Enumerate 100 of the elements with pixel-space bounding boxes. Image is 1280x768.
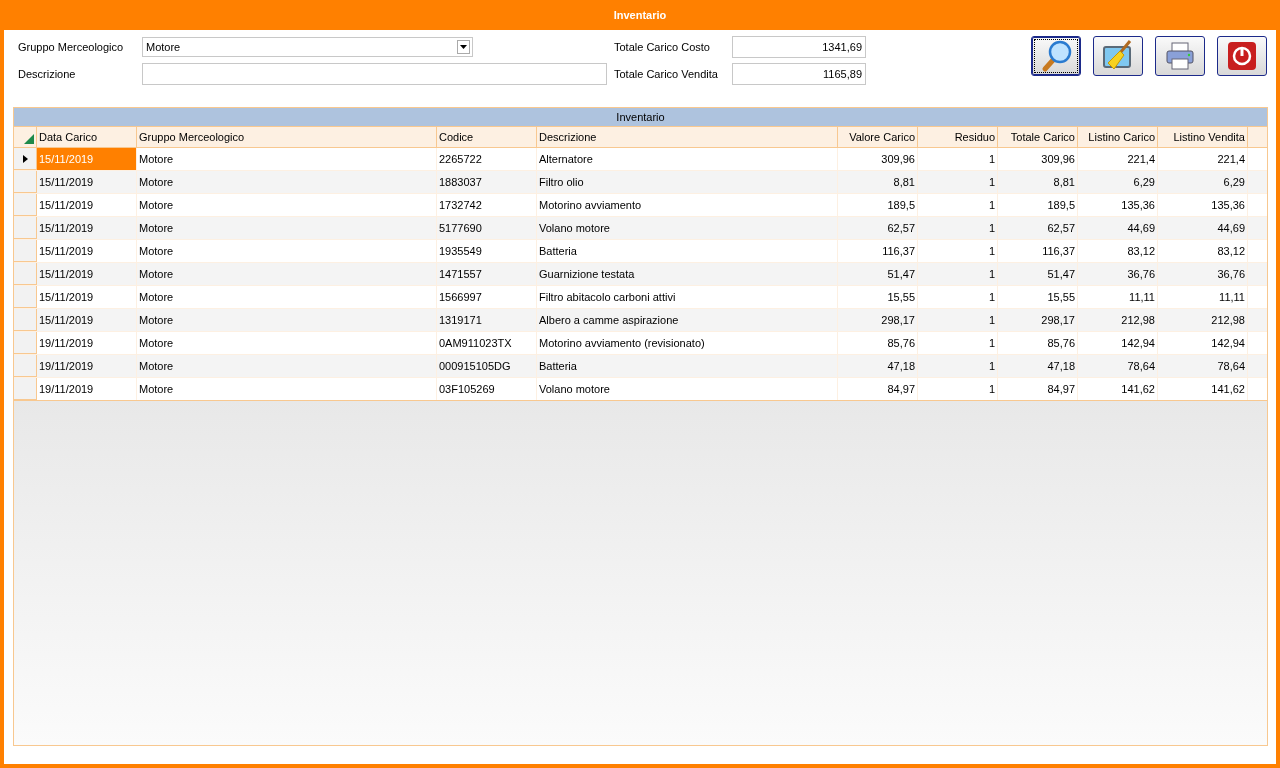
description-field[interactable] — [142, 63, 607, 85]
table-cell: 6,29 — [1158, 171, 1248, 193]
table-cell: Filtro olio — [537, 171, 838, 193]
table-cell: 19/11/2019 — [37, 332, 137, 354]
table-row[interactable]: 15/11/2019 Motore 1935549 Batteria 116,37 1 116,37 83,12 83,12 — [14, 240, 1267, 263]
table-cell: 1319171 — [437, 309, 537, 331]
table-cell: Motore — [137, 194, 437, 216]
table-cell: 51,47 — [998, 263, 1078, 285]
clear-button[interactable] — [1093, 36, 1143, 76]
column-header[interactable]: Valore Carico — [838, 127, 918, 147]
table-cell: 8,81 — [998, 171, 1078, 193]
table-row[interactable]: 19/11/2019 Motore 000915105DG Batteria 47,18 1 47,18 78,64 78,64 — [14, 355, 1267, 378]
table-cell: Motore — [137, 332, 437, 354]
table-cell: 15/11/2019 — [37, 286, 137, 308]
table-cell: 1 — [918, 378, 998, 400]
table-cell: 36,76 — [1158, 263, 1248, 285]
table-cell: 1 — [918, 332, 998, 354]
table-cell: 19/11/2019 — [37, 378, 137, 400]
total-label: Totale Carico Costo — [614, 41, 711, 53]
table-cell: 189,5 — [998, 194, 1078, 216]
table-cell: Filtro abitacolo carboni attivi — [537, 286, 838, 308]
table-cell: 15,55 — [838, 286, 918, 308]
column-header[interactable]: Gruppo Merceologico — [137, 127, 437, 147]
table-cell: 03F105269 — [437, 378, 537, 400]
table-cell: 6,29 — [1078, 171, 1158, 193]
table-cell: Batteria — [537, 240, 838, 262]
table-row[interactable]: 15/11/2019 Motore 1471557 Guarnizione testata 51,47 1 51,47 36,76 36,76 — [14, 263, 1267, 286]
table-cell: 11,11 — [1078, 286, 1158, 308]
table-cell: 8,81 — [838, 171, 918, 193]
total-label: Totale Carico Vendita — [614, 68, 719, 80]
column-header[interactable]: Data Carico — [37, 127, 137, 147]
power-icon — [1227, 41, 1257, 71]
table-row[interactable]: 15/11/2019 Motore 1883037 Filtro olio 8,81 1 8,81 6,29 6,29 — [14, 171, 1267, 194]
column-header[interactable]: Listino Vendita — [1158, 127, 1248, 147]
table-cell: 15/11/2019 — [37, 263, 137, 285]
table-cell: Motore — [137, 309, 437, 331]
table-cell: 298,17 — [998, 309, 1078, 331]
table-cell: Motore — [137, 217, 437, 239]
table-cell: 15/11/2019 — [37, 171, 137, 193]
table-cell: 1 — [918, 194, 998, 216]
table-cell: Guarnizione testata — [537, 263, 838, 285]
current-row-icon — [22, 154, 28, 163]
exit-button[interactable] — [1217, 36, 1267, 76]
table-row[interactable]: 15/11/2019 Motore 1566997 Filtro abitacolo carboni attivi 15,55 1 15,55 11,11 11,11 — [14, 286, 1267, 309]
table-row[interactable]: 15/11/2019 Motore 2265722 Alternatore 309,96 1 309,96 221,4 221,4 — [14, 148, 1267, 171]
table-cell: 47,18 — [998, 355, 1078, 377]
table-cell: 142,94 — [1078, 332, 1158, 354]
column-header[interactable]: Listino Carico — [1078, 127, 1158, 147]
table-row[interactable]: 15/11/2019 Motore 5177690 Volano motore 62,57 1 62,57 44,69 44,69 — [14, 217, 1267, 240]
table-cell: 1 — [918, 286, 998, 308]
table-cell: 2265722 — [437, 148, 537, 170]
table-cell: Motore — [137, 286, 437, 308]
table-cell: 189,5 — [838, 194, 918, 216]
table-cell: 1 — [918, 240, 998, 262]
table-cell: 212,98 — [1078, 309, 1158, 331]
table-cell: 142,94 — [1158, 332, 1248, 354]
table-cell: 1471557 — [437, 263, 537, 285]
table-cell: 141,62 — [1158, 378, 1248, 400]
table-cell: Volano motore — [537, 217, 838, 239]
table-cell: Motorino avviamento — [537, 194, 838, 216]
table-cell: 84,97 — [998, 378, 1078, 400]
table-row[interactable]: 15/11/2019 Motore 1319171 Albero a camme aspirazione 298,17 1 298,17 212,98 212,98 — [14, 309, 1267, 332]
group-dropdown[interactable]: Motore — [142, 37, 473, 57]
corner-triangle-icon — [24, 134, 34, 144]
column-header[interactable]: Totale Carico — [998, 127, 1078, 147]
table-cell: 309,96 — [998, 148, 1078, 170]
table-cell: 51,47 — [838, 263, 918, 285]
table-cell: 15/11/2019 — [37, 240, 137, 262]
table-cell: 78,64 — [1158, 355, 1248, 377]
table-cell: 1 — [918, 148, 998, 170]
field-label: Descrizione — [17, 68, 77, 80]
column-header[interactable]: Residuo — [918, 127, 998, 147]
table-cell: 1 — [918, 355, 998, 377]
table-cell: 84,97 — [838, 378, 918, 400]
table-row[interactable]: 19/11/2019 Motore 03F105269 Volano motore 84,97 1 84,97 141,62 141,62 — [14, 378, 1267, 401]
table-cell: 15,55 — [998, 286, 1078, 308]
table-cell: 1 — [918, 309, 998, 331]
table-cell: 15/11/2019 — [37, 217, 137, 239]
table-cell: 85,76 — [998, 332, 1078, 354]
table-cell: 78,64 — [1078, 355, 1158, 377]
search-button[interactable] — [1031, 36, 1081, 76]
field-label: Gruppo Merceologico — [17, 41, 125, 53]
table-cell: Volano motore — [537, 378, 838, 400]
table-cell: 11,11 — [1158, 286, 1248, 308]
table-cell: Alternatore — [537, 148, 838, 170]
table-cell: Motore — [137, 355, 437, 377]
table-row[interactable]: 15/11/2019 Motore 1732742 Motorino avviamento 189,5 1 189,5 135,36 135,36 — [14, 194, 1267, 217]
grid-title: Inventario — [14, 108, 1267, 127]
table-cell: 141,62 — [1078, 378, 1158, 400]
table-cell: Motore — [137, 240, 437, 262]
table-cell: Batteria — [537, 355, 838, 377]
print-button[interactable] — [1155, 36, 1205, 76]
table-cell: 0AM911023TX — [437, 332, 537, 354]
table-row[interactable]: 19/11/2019 Motore 0AM911023TX Motorino avviamento (revisionato) 85,76 1 85,76 142,94 142,94 — [14, 332, 1267, 355]
table-cell: Motorino avviamento (revisionato) — [537, 332, 838, 354]
table-cell: Motore — [137, 263, 437, 285]
table-cell: 85,76 — [838, 332, 918, 354]
column-header[interactable]: Descrizione — [537, 127, 838, 147]
table-cell: Motore — [137, 148, 437, 170]
column-header[interactable]: Codice — [437, 127, 537, 147]
